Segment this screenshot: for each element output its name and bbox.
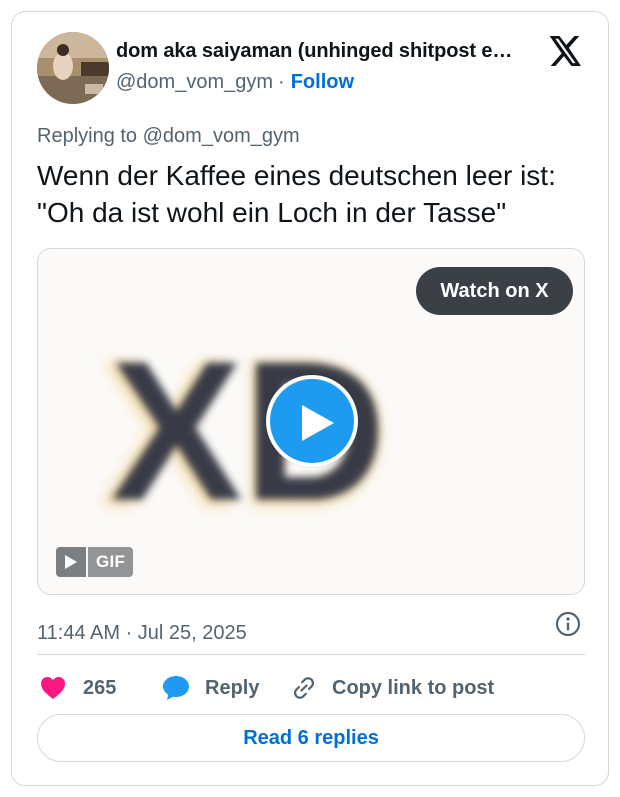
copy-link-label: Copy link to post xyxy=(332,676,495,699)
replying-to[interactable]: Replying to @dom_vom_gym xyxy=(37,125,300,148)
avatar[interactable] xyxy=(37,32,109,104)
tweet-text: Wenn der Kaffee eines deutschen leer ist… xyxy=(37,160,556,228)
read-replies-button[interactable]: Read 6 replies xyxy=(37,714,585,762)
display-name[interactable]: dom aka saiyaman (unhinged shitpost e… xyxy=(116,40,536,63)
copy-link-button[interactable]: Copy link to post xyxy=(290,670,494,706)
tweet-embed-card: dom aka saiyaman (unhinged shitpost e… @… xyxy=(11,11,609,786)
like-count: 265 xyxy=(83,676,117,699)
handle-row: @dom_vom_gym · Follow xyxy=(116,71,354,94)
x-logo-icon[interactable] xyxy=(549,36,583,66)
gif-badge: GIF xyxy=(56,547,134,577)
reply-label: Reply xyxy=(205,676,260,699)
gif-play-icon xyxy=(56,547,86,577)
heart-icon xyxy=(41,677,65,699)
action-bar: 265 Reply Copy link to post xyxy=(37,670,585,706)
timestamp[interactable]: 11:44 AM · Jul 25, 2025 xyxy=(37,622,247,645)
info-icon[interactable] xyxy=(554,610,582,638)
follow-link[interactable]: Follow xyxy=(291,71,354,93)
media-container[interactable]: XD XD Watch on X GIF xyxy=(37,248,585,595)
reply-bubble-icon xyxy=(163,676,189,700)
reply-button[interactable]: Reply xyxy=(162,670,259,706)
separator: · xyxy=(278,71,285,93)
avatar-image xyxy=(37,32,109,104)
play-button[interactable] xyxy=(266,375,358,467)
like-button[interactable]: 265 xyxy=(40,670,116,706)
divider xyxy=(37,654,585,655)
link-icon xyxy=(293,677,315,699)
handle[interactable]: @dom_vom_gym xyxy=(116,71,273,93)
play-icon xyxy=(302,405,334,441)
watch-on-x-button[interactable]: Watch on X xyxy=(416,267,573,315)
gif-label: GIF xyxy=(96,552,126,571)
